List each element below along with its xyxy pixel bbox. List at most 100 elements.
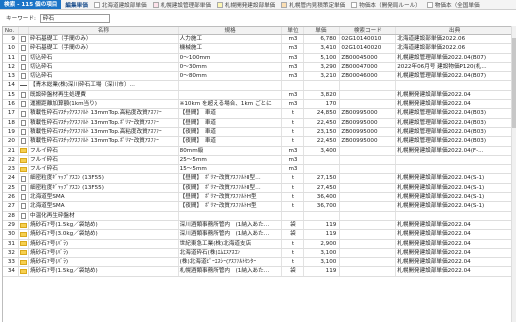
cell-spec xyxy=(179,211,283,220)
cell-code xyxy=(340,183,397,193)
cell-name: 細密粒度ｷﾞｬｯﾌﾟｱｽｺﾝ (13F55) xyxy=(29,174,179,183)
cell-spec: 0～80mm xyxy=(179,72,283,81)
table-row[interactable]: 9 砕石基礎工（手間のみ） 人力施工 m3 6,780 02G10140010 北海道建設部… xyxy=(3,35,514,45)
table-row[interactable]: 16 運搬距離加算額(1km当り) ※10km を超える場合、1km ごとに m3 17… xyxy=(3,100,514,110)
cell-price: 23,150 xyxy=(304,127,341,137)
table-row[interactable]: 30 焼砂石?号(3.0kg／袋詰め) 深川酒類事務所管内 (1納入あた… 袋 119 札… xyxy=(3,230,514,240)
cell-price: 3,820 xyxy=(304,90,341,100)
cell-spec xyxy=(179,81,283,90)
table-row[interactable]: 34 焼砂石?号(1.5kg／袋詰め) 札幌酒類事務所管内 (1納入あた… 袋 119 札… xyxy=(3,267,514,277)
col-no[interactable]: No. xyxy=(3,27,19,34)
cell-no: 23 xyxy=(3,165,19,174)
cell-price xyxy=(304,165,341,174)
table-row[interactable]: 22 フルイ砕石 25～5mm m3 xyxy=(3,155,514,166)
table-row[interactable]: 32 焼砂石?号(ﾊﾞﾗ) 北海道砕石(株)ｴﾑｴｽｱｽｺﾝ t 3,100 札幌開発建設… xyxy=(3,248,514,259)
cell-icon xyxy=(19,239,29,248)
cell-unit: m3 xyxy=(282,62,305,72)
cell-src: 札幌建設管理部単価2022.04(B07) xyxy=(396,72,514,81)
cell-no: 29 xyxy=(3,220,19,230)
cell-icon xyxy=(19,90,29,100)
cell-src: 札幌開発建設部単価2022.04(S-1) xyxy=(396,183,514,193)
cell-spec: 深川酒類事務所管内 (1納入あた… xyxy=(179,220,283,230)
table-row[interactable]: 13 切込砕石 0～80mm m3 3,210 ZB00046000 札幌建設管理部単価20… xyxy=(3,72,514,82)
cell-price: 22,450 xyxy=(304,137,341,146)
cell-icon xyxy=(19,100,29,109)
table-row[interactable]: 12 切込砕石 0～30mm m3 3,290 ZB00047000 2022年06月号 建… xyxy=(3,62,514,73)
col-code[interactable]: 検索コード xyxy=(340,27,397,34)
cell-src: 北海道建設部単価2022.06 xyxy=(396,44,514,53)
table-row[interactable]: 21 フルイ砕石 80mm級 m3 3,400 札幌開発建設部単価2022.04(F-..… xyxy=(3,146,514,156)
cell-spec: ※10km を超える場合、1km ごとに xyxy=(179,100,283,109)
table-row[interactable]: 10 砕石基礎工（手間のみ） 機械施工 m3 3,410 02G10140020 北海道建設… xyxy=(3,44,514,54)
cell-code: ZB00995000 xyxy=(340,137,397,146)
cell-unit: t xyxy=(282,248,305,258)
cell-src xyxy=(396,165,514,174)
cell-name: フルイ砕石 xyxy=(29,155,179,165)
table-row[interactable]: 24 細密粒度ｷﾞｬｯﾌﾟｱｽｺﾝ (13F55) 【昼間】 ﾎﾟﾘﾏｰ改質ｱｽﾌｧ… xyxy=(3,174,514,184)
table-header: No. 名称 規格 単位 単価 検索コード 出典 xyxy=(3,27,514,35)
cell-price: 36,400 xyxy=(304,193,341,202)
table-row[interactable]: 20 積載性砕石ﾏｽﾁｯｸｱｽﾌｧﾙﾄ 13mmTop.ﾎﾟﾘﾏｰ改質ｱｽﾌｧｰ【… xyxy=(3,137,514,147)
cell-icon xyxy=(19,44,29,53)
cell-src: 札幌開発建設部単価2022.04(S-1) xyxy=(396,202,514,211)
cell-code xyxy=(340,81,397,90)
cell-src: 札幌開発建設部単価2022.04 xyxy=(396,100,514,109)
col-src[interactable]: 出典 xyxy=(396,27,514,34)
table-row[interactable]: 26 北海道型SMA 【昼間】 ﾎﾟﾘﾏｰ改質ｱｽﾌｧﾙﾄH型 t 36,400 札幌開発… xyxy=(3,193,514,203)
cell-spec: 札幌酒類事務所管内 (1納入あた… xyxy=(179,267,283,276)
cell-name: 積載性砕石ﾏｽﾁｯｸｱｽﾌｧﾙﾄ 13mmTop.高粘度改質ｱｽﾌｧｰ xyxy=(29,127,179,137)
document-icon xyxy=(20,110,26,117)
folder-icon xyxy=(19,259,27,265)
legend-label: 物価本（全国単価 xyxy=(434,2,480,9)
table-row[interactable]: 27 北海道型SMA 【夜間】 ﾎﾟﾘﾏｰ改質ｱｽﾌｧﾙﾄH型 t 36,700 札幌開発… xyxy=(3,202,514,212)
cell-code: ZB00995000 xyxy=(340,118,397,127)
cell-icon xyxy=(19,155,29,165)
document-icon xyxy=(20,101,26,108)
cell-price: 2,900 xyxy=(304,239,341,248)
document-icon xyxy=(20,194,26,201)
table-row[interactable]: 19 積載性砕石ﾏｽﾁｯｸｱｽﾌｧﾙﾄ 13mmTop.高粘度改質ｱｽﾌｧｰ 【夜間… xyxy=(3,127,514,138)
cell-icon xyxy=(19,118,29,127)
keyword-input[interactable] xyxy=(39,13,110,23)
table-row[interactable]: 14 【青木総業(株)深川砕石工場〔深川市〕… xyxy=(3,81,514,91)
table-row[interactable]: 23 フルイ砕石 15～5mm m3 xyxy=(3,165,514,175)
table-row[interactable]: 29 焼砂石?号(1.5kg／袋詰め) 深川酒類事務所管内 (1納入あた… 袋 119 札… xyxy=(3,220,514,231)
edit-price-label[interactable]: 編集単価 xyxy=(61,1,91,9)
folder-icon xyxy=(19,222,27,228)
col-spec[interactable]: 規格 xyxy=(179,27,283,34)
cell-code: 02G10140020 xyxy=(340,44,397,53)
table-row[interactable]: 25 細密粒度ｷﾞｬｯﾌﾟｱｽｺﾝ (13F55) 【夜間】 ﾎﾟﾘﾏｰ改質ｱｽﾌｧ… xyxy=(3,183,514,194)
cell-icon xyxy=(19,146,29,155)
table-row[interactable]: 33 焼砂石?号(ﾊﾞﾗ) (株)北海道ﾋﾟｰｴｽｼｰ(ｱｽﾌｧﾙﾄｾﾝﾀｰ t 3,1… xyxy=(3,258,514,268)
cell-spec: 【昼間】 ﾎﾟﾘﾏｰ改質ｱｽﾌｧﾙﾄH型 xyxy=(179,193,283,202)
cell-no: 14 xyxy=(3,81,19,90)
cell-spec: 0～30mm xyxy=(179,62,283,72)
cell-name: 砕石基礎工（手間のみ） xyxy=(29,44,179,53)
cell-icon xyxy=(19,258,29,267)
cell-icon xyxy=(19,127,29,137)
table-row[interactable]: 15 既設砕盤材再生処理費 m3 3,820 札幌開発建設部単価2022.04 xyxy=(3,90,514,101)
cell-icon xyxy=(19,230,29,239)
cell-price: 36,700 xyxy=(304,202,341,211)
cell-no: 16 xyxy=(3,100,19,109)
cell-price: 22,450 xyxy=(304,118,341,127)
col-price[interactable]: 単価 xyxy=(304,27,341,34)
col-name[interactable]: 名称 xyxy=(29,27,179,34)
col-unit[interactable]: 単位 xyxy=(282,27,305,34)
vertical-scrollbar[interactable] xyxy=(511,26,516,322)
cell-name: フルイ砕石 xyxy=(29,165,179,174)
table-row[interactable]: 17 積載性砕石ﾏｽﾁｯｸｱｽﾌｧﾙﾄ 13mmTop.高粘度改質ｱｽﾌｧｰ 【昼間… xyxy=(3,109,514,119)
cell-name: 切込砕石 xyxy=(29,62,179,72)
scrollbar-thumb[interactable] xyxy=(512,38,516,128)
cell-icon xyxy=(19,248,29,258)
document-icon xyxy=(20,64,26,71)
cell-unit xyxy=(282,211,305,220)
legend-label: 北海道建設部単価 xyxy=(101,2,147,9)
table-row[interactable]: 18 積載性砕石ﾏｽﾁｯｸｱｽﾌｧﾙﾄ 13mmTop.ﾎﾟﾘﾏｰ改質ｱｽﾌｧｰ【… xyxy=(3,118,514,128)
cell-no: 19 xyxy=(3,127,19,137)
table-row[interactable]: 11 切込砕石 0～100mm m3 5,100 ZB00045000 札幌建設管理部単価2… xyxy=(3,53,514,63)
table-row[interactable]: 28 中温化再生砕盤材 xyxy=(3,211,514,221)
table-row[interactable]: 31 焼砂石?号(ﾊﾞﾗ) 世紀東急工業(株)北海道支店 t 2,900 札幌開発建設部単… xyxy=(3,239,514,249)
cell-src: 札幌開発建設部単価2022.04 xyxy=(396,230,514,239)
document-icon xyxy=(20,212,26,219)
